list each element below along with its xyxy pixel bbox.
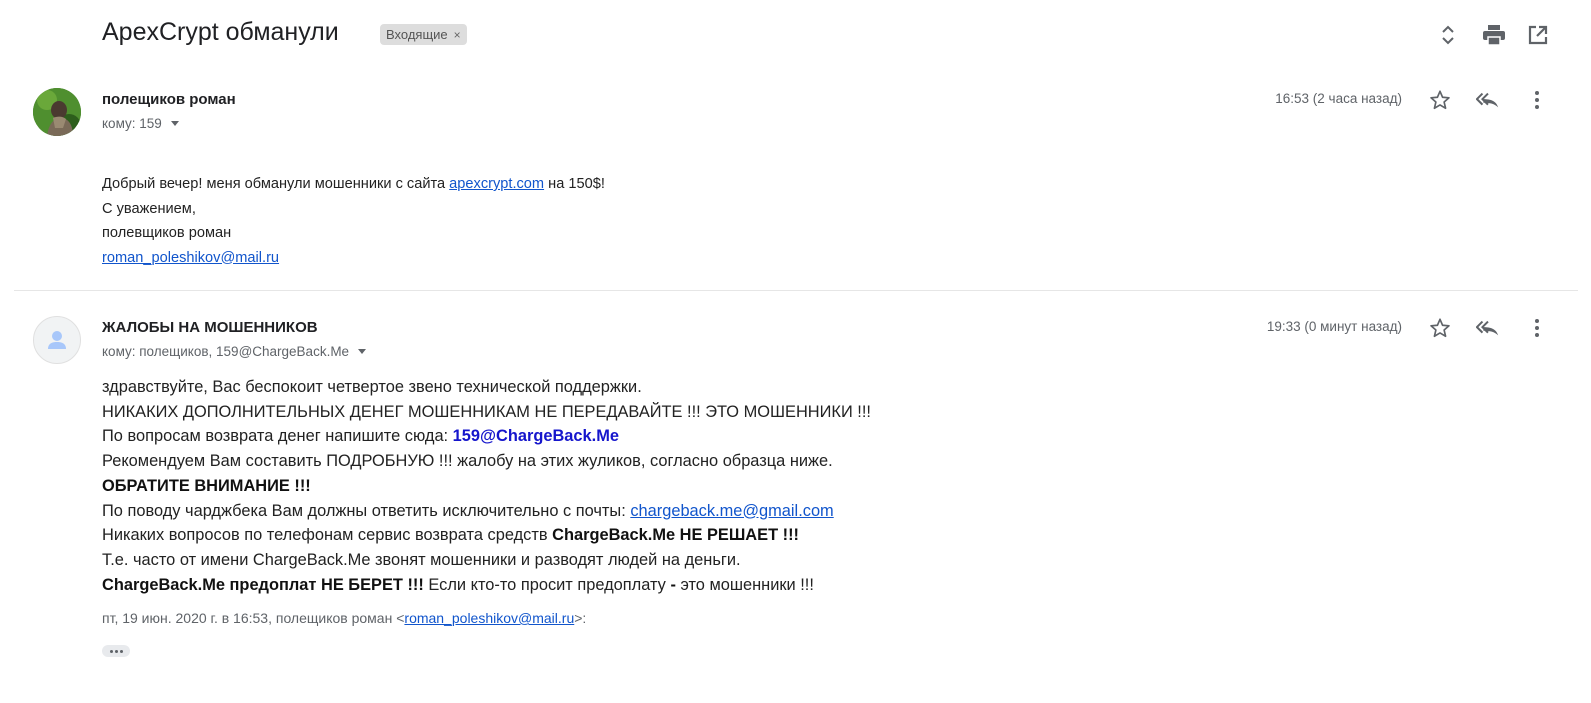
- body-line: Добрый вечер! меня обманули мошенники с …: [102, 172, 605, 197]
- body-line: roman_poleshikov@mail.ru: [102, 246, 605, 271]
- message-body: здравствуйте, Вас беспокоит четвертое зв…: [102, 375, 871, 597]
- body-line: С уважением,: [102, 200, 196, 217]
- chargeback-gmail-link[interactable]: chargeback.me@gmail.com: [630, 502, 833, 520]
- quoted-message-header: пт, 19 июн. 2020 г. в 16:53, полещиков р…: [102, 610, 586, 626]
- show-details-chevron-icon[interactable]: [358, 349, 367, 354]
- bold-text: ОБРАТИТЕ ВНИМАНИЕ !!!: [102, 476, 311, 495]
- open-in-new-window-icon[interactable]: [1526, 23, 1550, 47]
- expand-collapse-icon[interactable]: [1436, 23, 1460, 47]
- email-link[interactable]: roman_poleshikov@mail.ru: [102, 250, 279, 266]
- body-text: на 150$!: [544, 176, 605, 192]
- sender-name[interactable]: ЖАЛОБЫ НА МОШЕННИКОВ: [102, 319, 318, 336]
- sender-avatar[interactable]: [33, 316, 81, 364]
- quoted-email-link[interactable]: roman_poleshikov@mail.ru: [404, 610, 574, 626]
- chargeback-email-bold: 159@ChargeBack.Me: [452, 427, 619, 446]
- dot: [114, 649, 118, 653]
- body-line: По поводу чарджбека Вам должны ответить …: [102, 499, 871, 524]
- body-line: Рекомендуем Вам составить ПОДРОБНУЮ !!! …: [102, 452, 833, 471]
- body-text: Если кто-то просит предоплату: [423, 575, 671, 594]
- more-options-icon[interactable]: [1525, 316, 1549, 340]
- reply-all-icon[interactable]: [1476, 316, 1500, 340]
- body-line: Никаких вопросов по телефонам сервис воз…: [102, 523, 871, 548]
- body-text: это мошенники !!!: [675, 575, 814, 594]
- sender-name[interactable]: полещиков роман: [102, 91, 236, 108]
- body-text: По поводу чарджбека Вам должны ответить …: [102, 501, 631, 520]
- body-line: здравствуйте, Вас беспокоит четвертое зв…: [102, 378, 642, 396]
- star-icon[interactable]: [1428, 316, 1452, 340]
- bold-text: ChargeBack.Me предоплат НЕ БЕРЕТ !!!: [102, 575, 424, 594]
- message-time: 16:53 (2 часа назад): [1275, 91, 1402, 106]
- show-details-chevron-icon[interactable]: [170, 121, 179, 126]
- recipients-text: кому: 159: [102, 116, 162, 131]
- dot: [109, 649, 113, 653]
- remove-label-icon[interactable]: ×: [454, 28, 461, 42]
- body-text: По вопросам возврата денег напишите сюда…: [102, 427, 453, 446]
- message-body: Добрый вечер! меня обманули мошенники с …: [102, 172, 605, 270]
- more-options-icon[interactable]: [1525, 88, 1549, 112]
- body-text: Добрый вечер! меня обманули мошенники с …: [102, 176, 450, 192]
- email-subject: ApexCrypt обманули: [102, 18, 339, 46]
- sender-avatar[interactable]: [33, 88, 81, 136]
- show-trimmed-content-button[interactable]: [102, 645, 130, 657]
- body-line: По вопросам возврата денег напишите сюда…: [102, 424, 871, 449]
- inbox-label-chip[interactable]: Входящие ×: [380, 24, 467, 45]
- body-text: Никаких вопросов по телефонам сервис воз…: [102, 526, 553, 545]
- quote-header-text: пт, 19 июн. 2020 г. в 16:53, полещиков р…: [102, 610, 405, 626]
- body-line: ChargeBack.Me предоплат НЕ БЕРЕТ !!! Есл…: [102, 573, 871, 598]
- quote-header-text: >:: [574, 610, 587, 626]
- body-line: Т.е. часто от имени ChargeBack.Me звонят…: [102, 550, 741, 569]
- reply-all-icon[interactable]: [1476, 88, 1500, 112]
- dot: [119, 649, 123, 653]
- label-chip-text: Входящие: [386, 27, 448, 42]
- star-icon[interactable]: [1428, 88, 1452, 112]
- recipients-text: кому: полещиков, 159@ChargeBack.Me: [102, 344, 350, 359]
- message-time: 19:33 (0 минут назад): [1266, 319, 1402, 334]
- print-icon[interactable]: [1482, 23, 1506, 47]
- body-line: ОБРАТИТЕ ВНИМАНИЕ !!!: [102, 474, 871, 499]
- body-line: полевщиков роман: [102, 225, 232, 241]
- apexcrypt-link[interactable]: apexcrypt.com: [449, 176, 544, 192]
- recipients-line[interactable]: кому: 159: [102, 116, 179, 131]
- message-divider: [14, 290, 1578, 291]
- bold-text: ChargeBack.Me НЕ РЕШАЕТ !!!: [552, 526, 800, 545]
- recipients-line[interactable]: кому: полещиков, 159@ChargeBack.Me: [102, 344, 367, 359]
- body-line: НИКАКИХ ДОПОЛНИТЕЛЬНЫХ ДЕНЕГ МОШЕННИКАМ …: [102, 402, 871, 421]
